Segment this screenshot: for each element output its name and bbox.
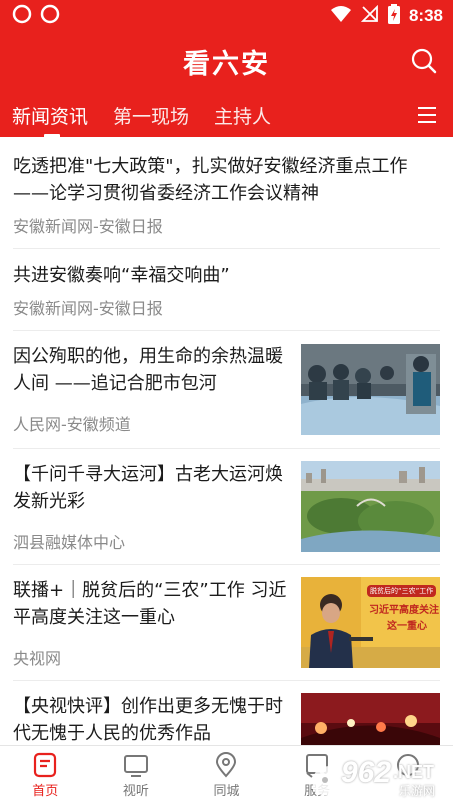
news-item[interactable]: 【千问千寻大运河】古老大运河焕发新光彩 泗县融媒体中心 [13,449,440,565]
watermark-subtext: 乐游网 [399,784,436,798]
app-title: 看六安 [183,48,270,80]
thumbnail-caption-2: 习近平高度关注 [369,605,439,616]
news-feed: 吃透把准"七大政策"，扎实做好安徽经济重点工作 ——论学习贯彻省委经济工作会议精… [0,137,453,745]
news-source: 人民网-安徽频道 [13,415,131,434]
news-title: 共进安徽奏响“幸福交响曲” [13,265,230,286]
news-source: 央视网 [13,649,62,668]
nav-label: 同城 [213,784,240,799]
news-item[interactable]: 共进安徽奏响“幸福交响曲” 安徽新闻网-安徽日报 [13,249,440,331]
thumbnail-caption-3: 这一重心 [387,621,427,632]
watermark-suffix: .NET [393,762,435,782]
nav-label: 视听 [122,784,149,799]
news-thumbnail [301,693,440,745]
tv-icon [123,755,148,777]
menu-icon [418,107,436,123]
weibo-icon [12,4,32,28]
watermark-number: 962 [341,756,392,789]
tab-first-scene[interactable]: 第一现场 [113,96,189,129]
top-app-bar: 8:38 看六安 新闻资讯 第一现场 主持人 [0,0,453,138]
tab-label: 主持人 [214,106,272,128]
wifi-icon [330,5,352,27]
nav-local[interactable]: 同城 [181,746,272,805]
header: 看六安 [0,32,453,90]
news-title: 【千问千寻大运河】古老大运河焕发新光彩 [13,464,283,512]
nav-home[interactable]: 首页 [0,746,91,805]
weibo-icon [40,4,60,28]
search-icon [411,48,437,74]
news-title: 因公殉职的他，用生命的余热温暖人间 ——追记合肥市包河 [13,346,283,394]
category-tabs: 新闻资讯 第一现场 主持人 [0,96,453,138]
search-button[interactable] [409,46,439,76]
status-bar: 8:38 [0,0,453,32]
news-item[interactable]: 因公殉职的他，用生命的余热温暖人间 ——追记合肥市包河 人民网-安徽频道 [13,331,440,449]
news-title: 吃透把准"七大政策"，扎实做好安徽经济重点工作 ——论学习贯彻省委经济工作会议精… [13,156,408,204]
site-watermark: 962 .NET 乐游网 [307,754,447,802]
thumbnail-caption-1: 脱贫后的“三农”工作 [367,585,437,597]
tab-label: 第一现场 [113,106,190,128]
no-signal-icon [360,4,379,27]
news-item[interactable]: 吃透把准"七大政策"，扎实做好安徽经济重点工作 ——论学习贯彻省委经济工作会议精… [13,137,440,249]
news-thumbnail [301,344,440,435]
news-source: 安徽新闻网-安徽日报 [13,299,163,318]
news-item[interactable]: 【央视快评】创作出更多无愧于时代无愧于人民的优秀作品 [13,681,440,745]
tab-menu-button[interactable] [416,105,438,125]
nav-video[interactable]: 视听 [91,746,182,805]
home-icon [34,752,57,778]
tab-label: 新闻资讯 [12,106,89,128]
nav-label: 首页 [32,784,59,799]
news-item[interactable]: 联播+｜脱贫后的“三农”工作 习近平高度关注这一重心 央视网 脱贫后的“三农”工… [13,565,440,681]
news-title: 【央视快评】创作出更多无愧于时代无愧于人民的优秀作品 [13,696,283,744]
news-title: 联播+｜脱贫后的“三农”工作 习近平高度关注这一重心 [13,580,287,628]
tab-host[interactable]: 主持人 [214,96,271,129]
battery-charging-icon [387,4,400,28]
news-thumbnail [301,461,440,552]
news-source: 安徽新闻网-安徽日报 [13,217,163,236]
location-pin-icon [216,752,237,778]
tab-news[interactable]: 新闻资讯 [12,96,89,138]
news-thumbnail: 脱贫后的“三农”工作 习近平高度关注 这一重心 [301,577,440,668]
news-source: 泗县融媒体中心 [13,533,126,552]
status-time: 8:38 [408,6,443,25]
